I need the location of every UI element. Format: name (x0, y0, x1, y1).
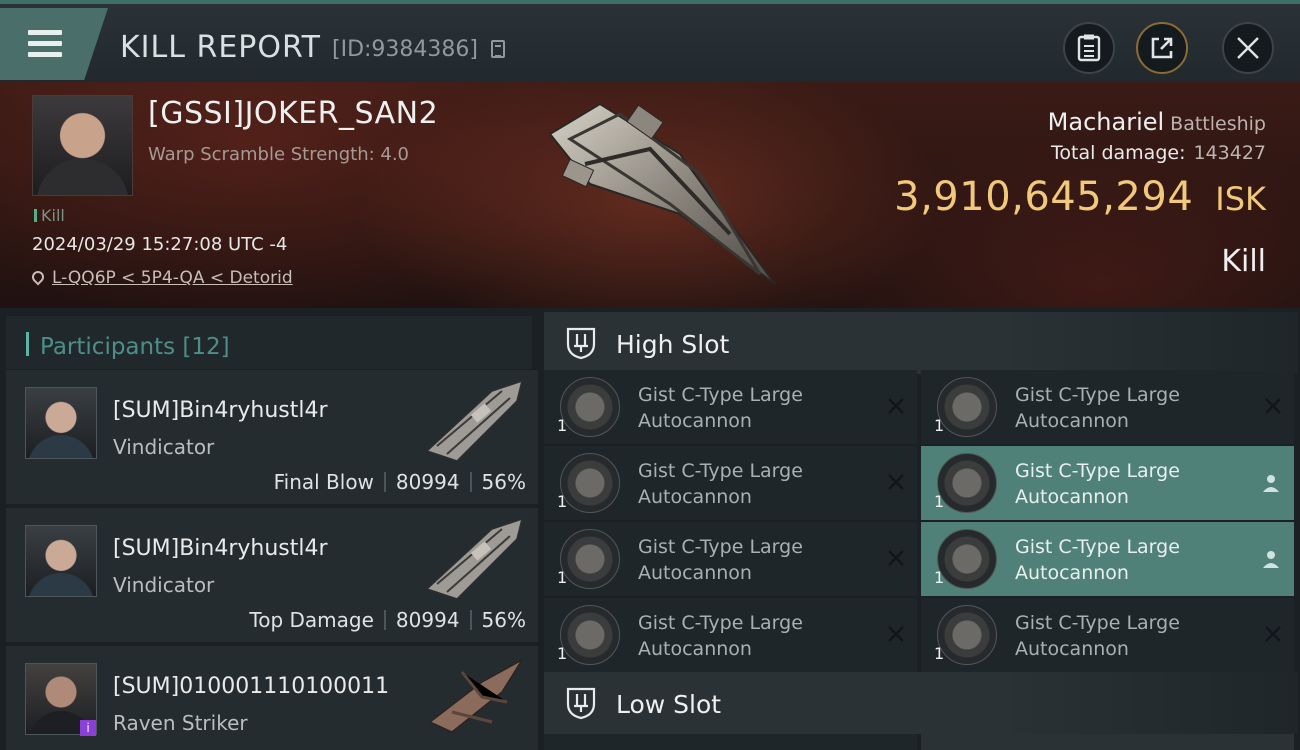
module-qty: 1 (934, 568, 945, 587)
module-slot[interactable]: 1 Gist C-Type Large Autocannon (921, 598, 1294, 672)
module-slot[interactable]: 1 Gist C-Type Large Autocannon (544, 522, 917, 596)
module-slot-partial[interactable] (921, 734, 1294, 750)
dropped-person-icon (1263, 551, 1279, 568)
share-icon (1151, 37, 1173, 59)
module-qty: 1 (557, 568, 568, 587)
top-bar: KILL REPORT [ID:9384386] (0, 0, 1300, 82)
module-qty: 1 (557, 416, 568, 435)
module-slot[interactable]: 1 Gist C-Type Large Autocannon (544, 370, 917, 444)
kill-tag-marker (34, 209, 37, 222)
module-name: Gist C-Type Large Autocannon (638, 384, 803, 432)
dropped-person-icon (1263, 475, 1279, 492)
victim-ship-image (548, 102, 776, 285)
victim-banner: [GSSI]JOKER_SAN2 Warp Scramble Strength:… (0, 82, 1300, 308)
module-qty: 1 (934, 644, 945, 663)
location[interactable]: L-QQ6P < 5P4-QA < Detorid (29, 268, 293, 288)
autocannon-icon (560, 453, 620, 513)
victim-name[interactable]: [GSSI]JOKER_SAN2 (148, 96, 438, 131)
module-slot-partial[interactable] (544, 734, 917, 750)
destroyed-x-icon (1265, 626, 1281, 642)
copy-icon[interactable] (491, 40, 505, 58)
close-icon (1237, 37, 1259, 59)
info-badge: i (80, 720, 96, 736)
isk-value: 3,910,645,294 ISK (894, 174, 1266, 220)
report-id: [ID:9384386] (332, 37, 478, 62)
victim-portrait[interactable] (32, 95, 133, 196)
result-label: Kill (1221, 244, 1266, 279)
module-name: Gist C-Type Large Autocannon (1015, 536, 1180, 584)
autocannon-icon (937, 377, 997, 437)
low-slot-header[interactable]: Low Slot (544, 672, 1298, 734)
module-qty: 1 (557, 644, 568, 663)
module-qty: 1 (934, 416, 945, 435)
timestamp: 2024/03/29 15:27:08 UTC -4 (32, 234, 288, 255)
page-title: KILL REPORT (120, 30, 321, 65)
module-slot[interactable]: 1 Gist C-Type Large Autocannon (544, 446, 917, 520)
avatar[interactable] (25, 525, 97, 597)
location-link[interactable]: L-QQ6P < 5P4-QA < Detorid (52, 268, 293, 288)
participant-row[interactable]: [SUM]Bin4ryhustl4r Vindicator Final Blow… (6, 370, 538, 504)
module-slot[interactable]: 1 Gist C-Type Large Autocannon (921, 522, 1294, 596)
participant-stats: Final Blow 80994 56% (273, 470, 526, 494)
high-slot-icon (566, 327, 596, 360)
low-slot-label: Low Slot (616, 690, 722, 719)
avatar[interactable] (25, 387, 97, 459)
participant-ship-image (425, 379, 524, 462)
autocannon-icon (937, 605, 997, 665)
participants-panel: Participants [12] [SUM]Bin4ryhustl4r Vin… (0, 308, 540, 750)
clipboard-button[interactable] (1063, 22, 1115, 74)
module-qty: 1 (934, 492, 945, 511)
victim-ship-name[interactable]: Machariel Battleship (1048, 108, 1266, 136)
autocannon-icon (937, 529, 997, 589)
low-slot-icon (566, 687, 596, 720)
module-slot[interactable]: 1 Gist C-Type Large Autocannon (921, 370, 1294, 444)
high-slot-header[interactable]: High Slot (544, 312, 1298, 374)
participant-ship-image (425, 517, 524, 600)
menu-icon (28, 30, 62, 35)
fitting-panel: High Slot 1 Gist C-Type Large Autocannon… (540, 308, 1300, 750)
module-name: Gist C-Type Large Autocannon (1015, 460, 1180, 508)
participant-ship: Raven Striker (113, 711, 248, 735)
participants-header: Participants [12] (6, 316, 532, 369)
autocannon-icon (560, 605, 620, 665)
participant-row[interactable]: i [SUM]010001110100011 Raven Striker (6, 646, 538, 750)
autocannon-icon (937, 453, 997, 513)
destroyed-x-icon (888, 398, 904, 414)
share-button[interactable] (1136, 22, 1188, 74)
menu-button[interactable] (0, 8, 108, 80)
participant-name: [SUM]Bin4ryhustl4r (113, 398, 328, 423)
victim-subtitle: Warp Scramble Strength: 4.0 (148, 144, 410, 165)
module-name: Gist C-Type Large Autocannon (638, 460, 803, 508)
module-name: Gist C-Type Large Autocannon (1015, 612, 1180, 660)
avatar[interactable]: i (25, 663, 97, 736)
participant-ship: Vindicator (113, 435, 215, 459)
participant-row[interactable]: [SUM]Bin4ryhustl4r Vindicator Top Damage… (6, 508, 538, 642)
location-pin-icon (29, 268, 47, 286)
close-button[interactable] (1222, 22, 1274, 74)
module-name: Gist C-Type Large Autocannon (638, 536, 803, 584)
clipboard-icon (1077, 34, 1101, 62)
destroyed-x-icon (888, 626, 904, 642)
participant-stats: Top Damage 80994 56% (249, 608, 526, 632)
destroyed-x-icon (888, 474, 904, 490)
module-qty: 1 (557, 492, 568, 511)
participant-name: [SUM]Bin4ryhustl4r (113, 536, 328, 561)
destroyed-x-icon (888, 550, 904, 566)
high-slot-label: High Slot (616, 330, 730, 359)
module-name: Gist C-Type Large Autocannon (1015, 384, 1180, 432)
participant-ship-image (428, 657, 525, 733)
autocannon-icon (560, 529, 620, 589)
participant-ship: Vindicator (113, 573, 215, 597)
module-slot[interactable]: 1 Gist C-Type Large Autocannon (921, 446, 1294, 520)
module-slot[interactable]: 1 Gist C-Type Large Autocannon (544, 598, 917, 672)
participant-name: [SUM]010001110100011 (113, 674, 390, 699)
autocannon-icon (560, 377, 620, 437)
module-name: Gist C-Type Large Autocannon (638, 612, 803, 660)
kill-tag: Kill (34, 206, 65, 225)
total-damage: Total damage: 143427 (1051, 142, 1266, 164)
destroyed-x-icon (1265, 398, 1281, 414)
